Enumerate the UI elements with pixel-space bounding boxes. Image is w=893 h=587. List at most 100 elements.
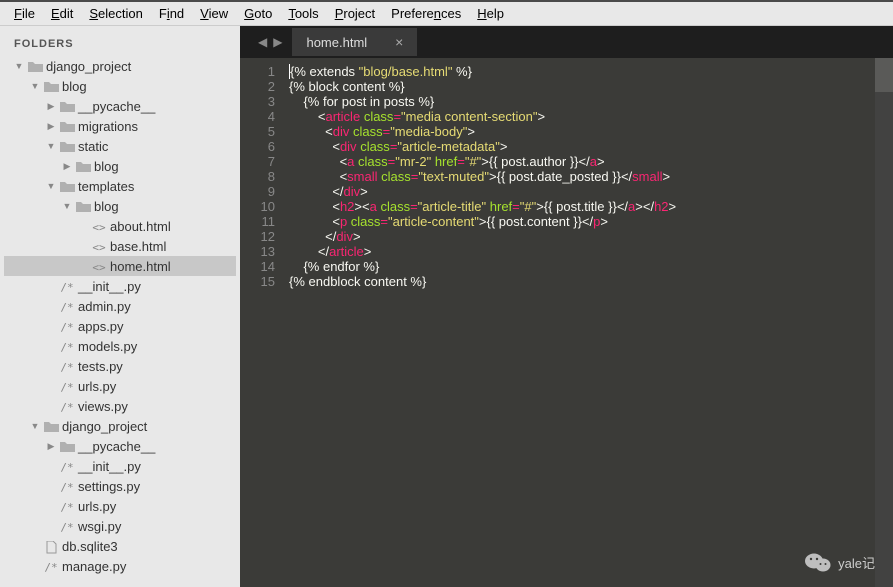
folder-item[interactable]: ▼ static (4, 136, 236, 156)
code-line[interactable]: {% endblock content %} (285, 274, 893, 289)
file-item[interactable]: ▶/*models.py (4, 336, 236, 356)
code-line[interactable]: <div class="article-metadata"> (285, 139, 893, 154)
folder-item[interactable]: ▼django_project (4, 56, 236, 76)
py-icon: /* (58, 299, 76, 314)
chevron-down-icon[interactable]: ▼ (28, 81, 42, 91)
menu-project[interactable]: Project (327, 4, 383, 23)
menu-goto[interactable]: Goto (236, 4, 280, 23)
chevron-down-icon[interactable]: ▼ (44, 181, 58, 191)
line-number: 11 (244, 214, 275, 229)
folder-item[interactable]: ▼templates (4, 176, 236, 196)
chevron-down-icon[interactable]: ▼ (28, 421, 42, 431)
tree-label: blog (94, 159, 119, 174)
tree-label: __pycache__ (78, 439, 155, 454)
file-item[interactable]: ▶/*__init__.py (4, 276, 236, 296)
menu-tools[interactable]: Tools (280, 4, 326, 23)
code-line[interactable]: <a class="mr-2" href="#">{{ post.author … (285, 154, 893, 169)
tabbar: ◀ ▶ home.html × (240, 26, 893, 58)
file-item[interactable]: ▶/*__init__.py (4, 456, 236, 476)
chevron-right-icon[interactable]: ▶ (44, 101, 58, 112)
tab-active[interactable]: home.html × (292, 28, 417, 56)
py-icon: /* (42, 559, 60, 574)
folder-icon (26, 59, 44, 74)
file-item[interactable]: ▶<>home.html (4, 256, 236, 276)
folder-item[interactable]: ▼django_project (4, 416, 236, 436)
code-line[interactable]: <h2><a class="article-title" href="#">{{… (285, 199, 893, 214)
folder-icon (58, 439, 76, 454)
chevron-right-icon[interactable]: ▶ (60, 161, 74, 172)
file-icon (42, 538, 60, 553)
py-icon: /* (58, 459, 76, 474)
code-line[interactable]: {% endfor %} (285, 259, 893, 274)
code-line[interactable]: <article class="media content-section"> (285, 109, 893, 124)
watermark-text: yale记 (838, 553, 875, 572)
folder-icon (42, 79, 60, 94)
chevron-down-icon[interactable]: ▼ (44, 141, 58, 151)
tree-label: static (78, 139, 108, 154)
minimap-thumb[interactable] (875, 58, 893, 92)
folder-item[interactable]: ▼blog (4, 76, 236, 96)
code-line[interactable]: <div class="media-body"> (285, 124, 893, 139)
tree-label: __init__.py (78, 279, 141, 294)
minimap[interactable] (875, 58, 893, 587)
code-line[interactable]: </div> (285, 229, 893, 244)
menu-help[interactable]: Help (469, 4, 512, 23)
tree-label: base.html (110, 239, 166, 254)
file-item[interactable]: ▶/*wsgi.py (4, 516, 236, 536)
folder-item[interactable]: ▶ __pycache__ (4, 436, 236, 456)
folder-item[interactable]: ▶ blog (4, 156, 236, 176)
nav-forward-icon[interactable]: ▶ (273, 35, 282, 49)
file-item[interactable]: ▶/*tests.py (4, 356, 236, 376)
editor-body[interactable]: 123456789101112131415 {% extends "blog/b… (240, 58, 893, 587)
py-icon: /* (58, 339, 76, 354)
file-item[interactable]: ▶<>base.html (4, 236, 236, 256)
file-item[interactable]: ▶/*apps.py (4, 316, 236, 336)
folder-icon (74, 159, 92, 174)
folder-item[interactable]: ▶__pycache__ (4, 96, 236, 116)
file-item[interactable]: ▶/*urls.py (4, 496, 236, 516)
code-line[interactable]: {% block content %} (285, 79, 893, 94)
menu-edit[interactable]: Edit (43, 4, 81, 23)
line-number: 9 (244, 184, 275, 199)
menubar: FileEditSelectionFindViewGotoToolsProjec… (0, 2, 893, 26)
menu-find[interactable]: Find (151, 4, 192, 23)
menu-selection[interactable]: Selection (81, 4, 150, 23)
chevron-right-icon[interactable]: ▶ (44, 121, 58, 132)
code-line[interactable]: <p class="article-content">{{ post.conte… (285, 214, 893, 229)
file-item[interactable]: ▶/*urls.py (4, 376, 236, 396)
chevron-right-icon[interactable]: ▶ (44, 441, 58, 452)
wechat-icon (804, 551, 832, 573)
chevron-down-icon[interactable]: ▼ (60, 201, 74, 211)
folder-item[interactable]: ▶migrations (4, 116, 236, 136)
tab-nav-arrows: ◀ ▶ (248, 35, 292, 49)
file-item[interactable]: ▶db.sqlite3 (4, 536, 236, 556)
code-line[interactable]: <small class="text-muted">{{ post.date_p… (285, 169, 893, 184)
code-line[interactable]: </article> (285, 244, 893, 259)
line-number: 12 (244, 229, 275, 244)
watermark: yale记 (804, 551, 875, 573)
line-number: 15 (244, 274, 275, 289)
line-number: 10 (244, 199, 275, 214)
line-number: 14 (244, 259, 275, 274)
tree-label: tests.py (78, 359, 123, 374)
code-line[interactable]: {% extends "blog/base.html" %} (285, 64, 893, 79)
close-icon[interactable]: × (395, 34, 403, 50)
tree-label: blog (94, 199, 119, 214)
code-content[interactable]: {% extends "blog/base.html" %}{% block c… (285, 58, 893, 587)
file-item[interactable]: ▶<>about.html (4, 216, 236, 236)
nav-back-icon[interactable]: ◀ (258, 35, 267, 49)
file-item[interactable]: ▶/*admin.py (4, 296, 236, 316)
menu-preferences[interactable]: Preferences (383, 4, 469, 23)
chevron-down-icon[interactable]: ▼ (12, 61, 26, 71)
folder-item[interactable]: ▼ blog (4, 196, 236, 216)
file-item[interactable]: ▶/*views.py (4, 396, 236, 416)
menu-view[interactable]: View (192, 4, 236, 23)
tree-label: views.py (78, 399, 128, 414)
line-number: 2 (244, 79, 275, 94)
menu-file[interactable]: File (6, 4, 43, 23)
file-item[interactable]: ▶/*manage.py (4, 556, 236, 576)
file-item[interactable]: ▶/*settings.py (4, 476, 236, 496)
code-line[interactable]: </div> (285, 184, 893, 199)
code-line[interactable]: {% for post in posts %} (285, 94, 893, 109)
html-icon: <> (90, 219, 108, 234)
